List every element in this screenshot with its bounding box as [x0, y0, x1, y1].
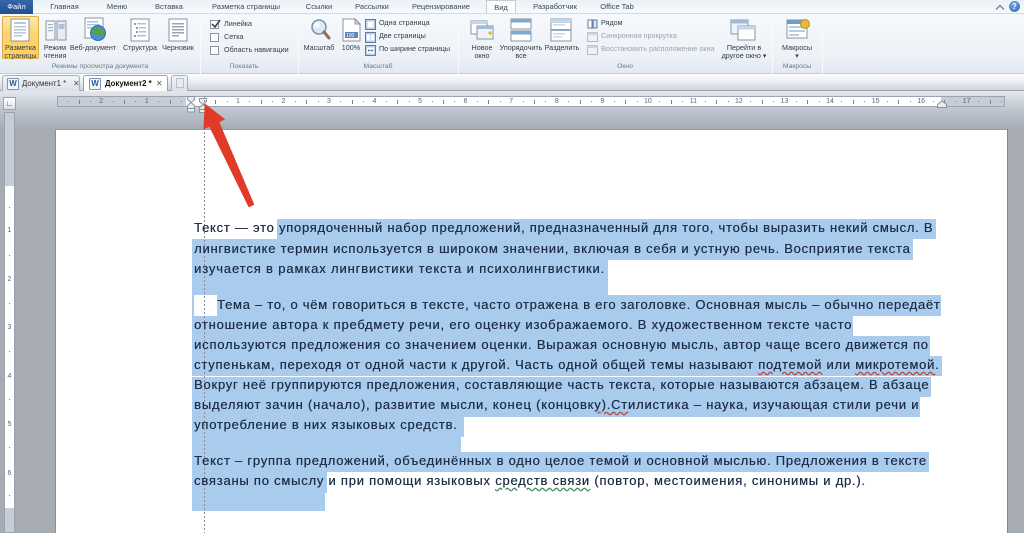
svg-text:100: 100	[346, 33, 355, 39]
